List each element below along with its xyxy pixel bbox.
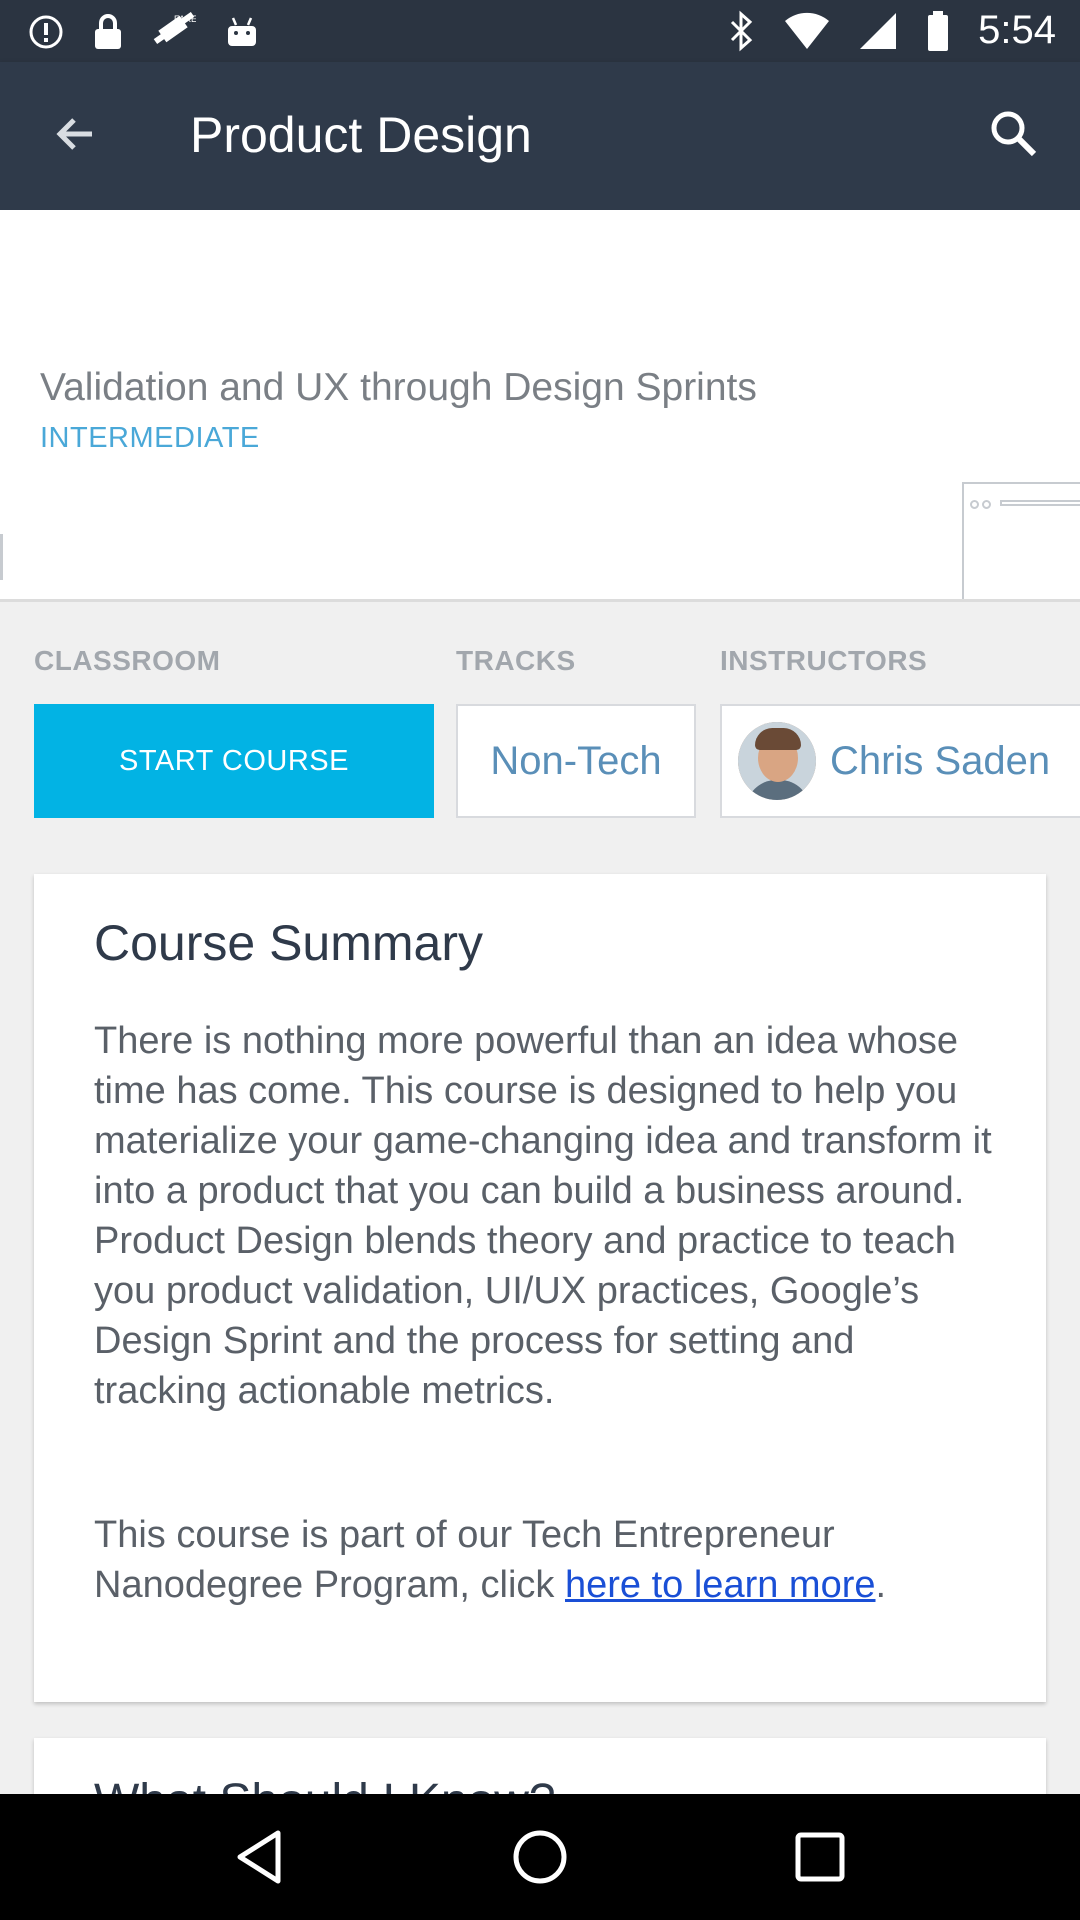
- hero-decoration: [0, 534, 3, 580]
- track-label: Non-Tech: [490, 738, 662, 783]
- program-paragraph: This course is part of our Tech Entrepre…: [94, 1510, 994, 1610]
- system-nav-bar: [0, 1794, 1080, 1920]
- back-triangle-icon[interactable]: [220, 1817, 300, 1897]
- app-bar: Product Design: [0, 62, 1080, 210]
- avatar: [738, 722, 816, 800]
- summary-heading: Course Summary: [94, 915, 483, 971]
- alert-icon: [29, 15, 63, 49]
- tracks-label: TRACKS: [456, 645, 576, 676]
- course-level: INTERMEDIATE: [40, 422, 260, 454]
- instructor-name: Chris Saden: [830, 738, 1051, 783]
- status-time: 5:54: [978, 8, 1056, 52]
- course-title: Validation and UX through Design Sprints: [40, 366, 757, 409]
- status-bar: FAKE 5:54: [0, 0, 1080, 62]
- fake-gps-icon: FAKE: [153, 12, 196, 45]
- browser-window-illustration: [962, 482, 1080, 599]
- battery-icon: [928, 10, 949, 51]
- page-title: Product Design: [190, 107, 532, 163]
- course-hero: Validation and UX through Design Sprints…: [0, 210, 1080, 602]
- signal-icon: [860, 12, 897, 49]
- bluetooth-icon: [731, 10, 753, 51]
- search-icon[interactable]: [984, 104, 1044, 164]
- lock-icon: [95, 14, 121, 49]
- course-summary-card: Course Summary There is nothing more pow…: [34, 874, 1046, 1702]
- android-icon: [228, 17, 256, 46]
- instructor-chip[interactable]: Chris Saden: [720, 704, 1080, 818]
- learn-more-link[interactable]: here to learn more: [565, 1564, 876, 1606]
- summary-paragraph: There is nothing more powerful than an i…: [94, 1020, 992, 1412]
- program-suffix: .: [875, 1564, 887, 1606]
- home-circle-icon[interactable]: [500, 1817, 580, 1897]
- instructors-label: INSTRUCTORS: [720, 645, 928, 676]
- svg-text:FAKE: FAKE: [174, 14, 196, 24]
- back-arrow-icon[interactable]: [48, 106, 104, 162]
- track-chip[interactable]: Non-Tech: [456, 704, 696, 818]
- recents-square-icon[interactable]: [780, 1817, 860, 1897]
- classroom-label: CLASSROOM: [34, 645, 221, 676]
- start-course-button[interactable]: START COURSE: [34, 704, 434, 818]
- wifi-icon: [785, 12, 830, 49]
